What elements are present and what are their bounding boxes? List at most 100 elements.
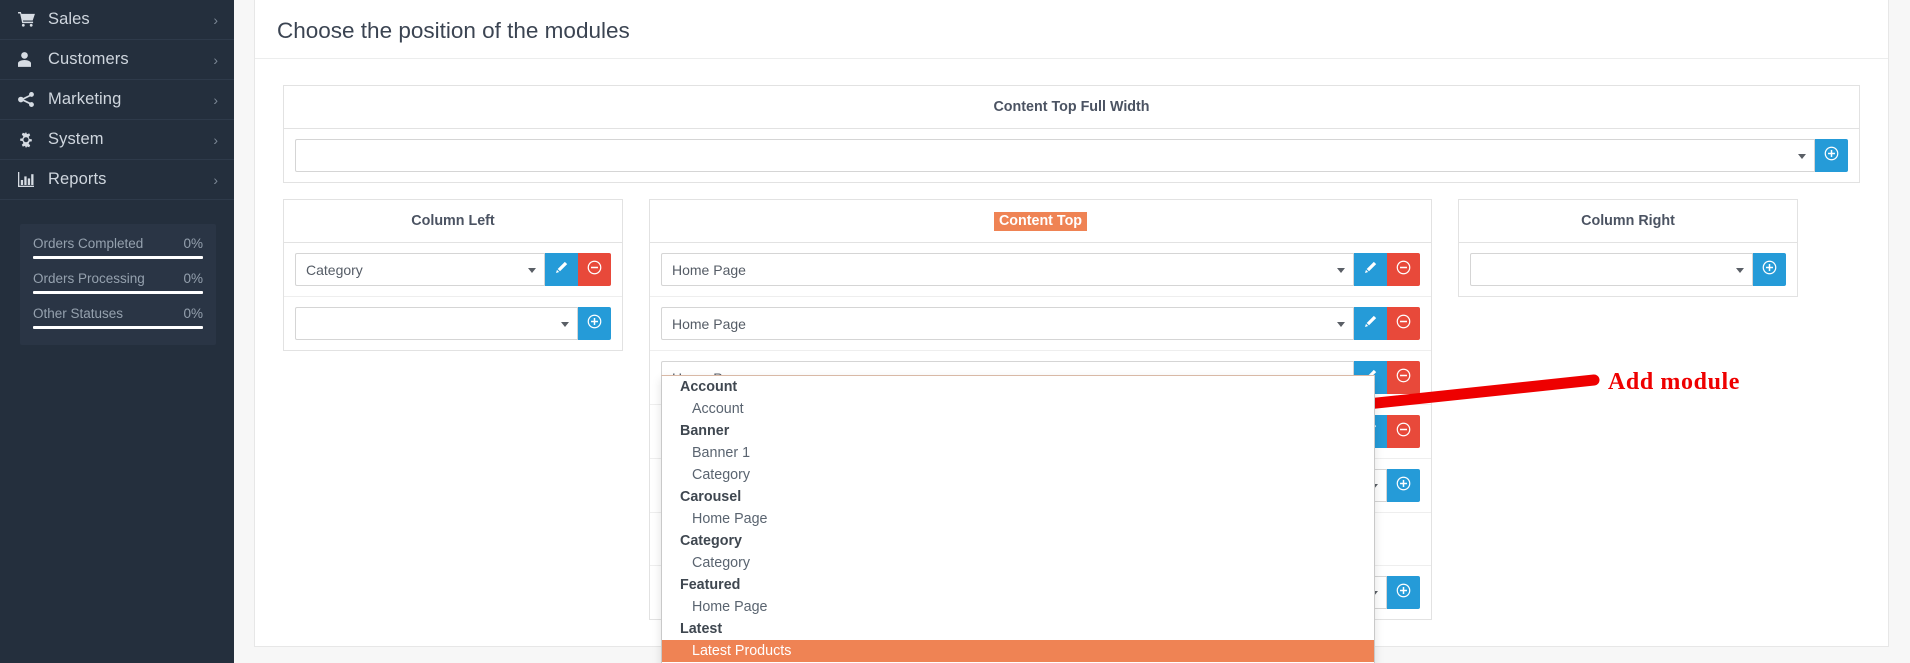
module-select-value: Home Page bbox=[672, 315, 746, 332]
content-panel: Choose the position of the modules Conte… bbox=[254, 0, 1889, 663]
plus-circle-icon bbox=[1824, 146, 1839, 166]
sidebar-item-label: System bbox=[48, 130, 104, 148]
dropdown-option[interactable]: Category bbox=[662, 552, 1374, 574]
sidebar-item-system[interactable]: System › bbox=[0, 120, 234, 160]
panel-content-top-full-width: Content Top Full Width bbox=[283, 85, 1860, 183]
stat-value: 0% bbox=[183, 306, 203, 321]
sidebar-item-label: Customers bbox=[48, 50, 129, 68]
screen-root: Sales › Customers › Marketing › System › bbox=[0, 0, 1910, 663]
panel-heading-label: Column Left bbox=[411, 213, 495, 229]
module-add-row bbox=[284, 297, 622, 350]
panel-heading: Content Top Full Width bbox=[284, 86, 1859, 129]
panel-body-rows bbox=[284, 129, 1859, 182]
progress-bar-track bbox=[33, 291, 203, 294]
minus-circle-icon bbox=[1396, 368, 1411, 388]
stat-other-statuses: Other Statuses 0% bbox=[33, 306, 203, 329]
add-module-button[interactable] bbox=[1387, 469, 1420, 502]
module-select[interactable]: Category bbox=[295, 253, 545, 286]
module-select[interactable]: Home Page bbox=[661, 253, 1354, 286]
stat-label: Orders Processing bbox=[33, 271, 145, 286]
remove-module-button[interactable] bbox=[1387, 415, 1420, 448]
sidebar-item-label: Reports bbox=[48, 170, 107, 188]
sidebar-item-sales[interactable]: Sales › bbox=[0, 0, 234, 40]
chevron-right-icon: › bbox=[213, 171, 218, 188]
module-select[interactable] bbox=[1470, 253, 1753, 286]
dropdown-group-label: Latest bbox=[680, 621, 723, 637]
panel-column-right: Column Right bbox=[1458, 199, 1798, 297]
stat-label: Orders Completed bbox=[33, 236, 144, 251]
add-module-button[interactable] bbox=[578, 307, 611, 340]
panel-column-left: Column Left Category bbox=[283, 199, 623, 351]
stat-orders-processing: Orders Processing 0% bbox=[33, 271, 203, 294]
main-area: Choose the position of the modules Conte… bbox=[234, 0, 1910, 663]
sidebar-item-reports[interactable]: Reports › bbox=[0, 160, 234, 200]
panel-heading-label: Column Right bbox=[1581, 213, 1675, 229]
edit-module-button[interactable] bbox=[1354, 253, 1387, 286]
pencil-icon bbox=[555, 261, 568, 279]
dropdown-option[interactable]: Category bbox=[662, 464, 1374, 486]
progress-bar-track bbox=[33, 256, 203, 259]
stat-label: Other Statuses bbox=[33, 306, 124, 321]
chevron-right-icon: › bbox=[213, 91, 218, 108]
edit-module-button[interactable] bbox=[545, 253, 578, 286]
chevron-down-icon bbox=[1337, 321, 1345, 327]
progress-bar-fill bbox=[33, 326, 203, 329]
chevron-down-icon bbox=[561, 321, 569, 327]
remove-module-button[interactable] bbox=[1387, 307, 1420, 340]
user-icon bbox=[18, 52, 44, 67]
module-select[interactable] bbox=[295, 139, 1815, 172]
sidebar-item-label: Marketing bbox=[48, 90, 122, 108]
panel-heading-label: Content Top bbox=[993, 212, 1088, 231]
sidebar-item-customers[interactable]: Customers › bbox=[0, 40, 234, 80]
panel-content-top: Content Top Home Page Home Page Account … bbox=[649, 199, 1432, 663]
stat-orders-completed: Orders Completed 0% bbox=[33, 236, 203, 259]
panel-body-rows: Category bbox=[284, 243, 622, 350]
plus-circle-icon bbox=[1396, 583, 1411, 603]
add-module-button[interactable] bbox=[1387, 576, 1420, 609]
module-row: Home Page bbox=[650, 243, 1431, 297]
panel-heading-label: Content Top Full Width bbox=[993, 99, 1150, 115]
dropdown-group-label: Featured bbox=[680, 577, 741, 593]
dropdown-option[interactable]: Home Page bbox=[662, 508, 1374, 530]
remove-module-button[interactable] bbox=[1387, 361, 1420, 394]
module-select[interactable]: Home Page bbox=[661, 307, 1354, 340]
edit-module-button[interactable] bbox=[1354, 307, 1387, 340]
sidebar-item-label: Sales bbox=[48, 10, 90, 28]
sidebar-item-marketing[interactable]: Marketing › bbox=[0, 80, 234, 120]
dropdown-option[interactable]: Account bbox=[662, 398, 1374, 420]
annotation-add-module-label: Add module bbox=[1608, 369, 1741, 395]
panel-heading: Column Right bbox=[1459, 200, 1797, 243]
chevron-right-icon: › bbox=[213, 131, 218, 148]
position-columns: Column Left Category Content Top Home Pa… bbox=[283, 199, 1860, 663]
progress-bar-fill bbox=[33, 256, 203, 259]
dropdown-group-label: Category bbox=[680, 533, 742, 549]
remove-module-button[interactable] bbox=[578, 253, 611, 286]
module-row: Category bbox=[284, 243, 622, 297]
panel-heading: Content Top bbox=[650, 200, 1431, 243]
module-select-value: Category bbox=[306, 261, 363, 278]
module-add-row bbox=[1459, 243, 1797, 296]
dropdown-group-label: Carousel bbox=[680, 489, 742, 505]
module-add-row bbox=[284, 129, 1859, 182]
dropdown-option[interactable]: Banner 1 bbox=[662, 442, 1374, 464]
chevron-down-icon bbox=[528, 267, 536, 273]
module-select-value: Home Page bbox=[672, 261, 746, 278]
sidebar: Sales › Customers › Marketing › System › bbox=[0, 0, 234, 663]
gear-icon bbox=[18, 131, 44, 148]
dropdown-option-selected[interactable]: Latest Products bbox=[662, 640, 1374, 662]
dropdown-group-label: Account bbox=[680, 379, 738, 395]
plus-circle-icon bbox=[587, 314, 602, 334]
add-module-button[interactable] bbox=[1753, 253, 1786, 286]
dropdown-group-label: Banner bbox=[680, 423, 730, 439]
dropdown-option[interactable]: Home Page bbox=[662, 596, 1374, 618]
minus-circle-icon bbox=[1396, 422, 1411, 442]
minus-circle-icon bbox=[1396, 260, 1411, 280]
module-row: Home Page bbox=[650, 297, 1431, 351]
panel-body-rows bbox=[1459, 243, 1797, 296]
pencil-icon bbox=[1364, 261, 1377, 279]
module-select[interactable] bbox=[295, 307, 578, 340]
module-dropdown-list[interactable]: Account Account Banner Banner 1 Category… bbox=[661, 375, 1375, 663]
add-module-button[interactable] bbox=[1815, 139, 1848, 172]
remove-module-button[interactable] bbox=[1387, 253, 1420, 286]
